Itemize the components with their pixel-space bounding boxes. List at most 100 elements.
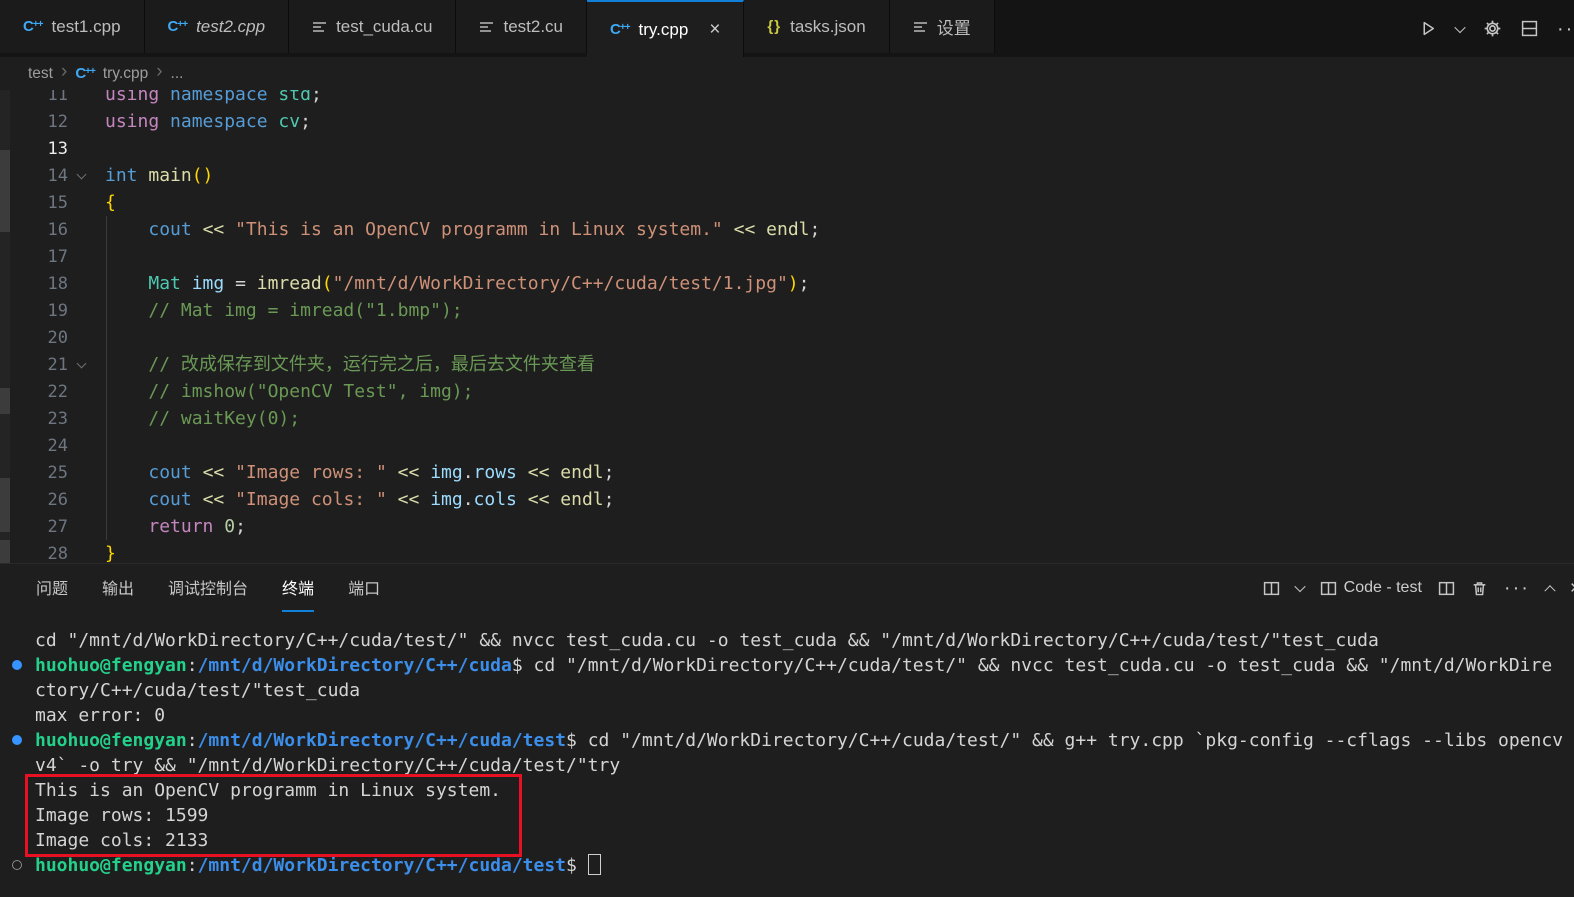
command-decoration-blue[interactable] — [12, 660, 22, 670]
code-line[interactable]: 21 // 改成保存到文件夹，运行完之后，最后去文件夹查看 — [0, 351, 1574, 378]
tab-test2.cu[interactable]: test2.cu — [456, 0, 587, 53]
settings-gear-icon-icon — [1483, 19, 1502, 38]
code-line[interactable]: 25 cout << "Image rows: " << img.rows <<… — [0, 459, 1574, 486]
run-button-icon — [1420, 20, 1437, 37]
tab-test1.cpp[interactable]: C++test1.cpp — [0, 0, 145, 53]
settings-list-icon — [913, 20, 928, 34]
split-editor-button-icon — [1521, 20, 1538, 37]
tab-label: try.cpp — [639, 20, 689, 40]
line-number: 23 — [0, 406, 68, 433]
breadcrumb[interactable]: test › C++ try.cpp ›... — [0, 57, 1574, 90]
terminal-line: This is an OpenCV programm in Linux syst… — [0, 778, 1574, 803]
more-editor-actions-icon: ··· — [1557, 19, 1574, 39]
more-panel-actions-icon: ··· — [1504, 578, 1530, 598]
terminal-views-button[interactable] — [1263, 580, 1280, 597]
terminal-line: Image cols: 2133 — [0, 828, 1574, 853]
tab-test_cuda.cu[interactable]: test_cuda.cu — [289, 0, 456, 53]
code-line[interactable]: 24 — [0, 432, 1574, 459]
split-terminal-button-icon — [1438, 580, 1455, 597]
tab-try.cpp[interactable]: C++try.cpp× — [587, 0, 744, 57]
code-line[interactable]: 16 cout << "This is an OpenCV programm i… — [0, 216, 1574, 243]
settings-gear-icon[interactable] — [1483, 19, 1502, 38]
indent-guide — [106, 216, 107, 540]
breadcrumb-item[interactable]: try.cpp — [103, 65, 148, 83]
editor-actions: ··· — [1420, 0, 1570, 57]
code-line[interactable]: 13 — [0, 135, 1574, 162]
terminal-line: v4` -o try && "/mnt/d/WorkDirectory/C++/… — [0, 753, 1574, 778]
code-line[interactable]: 11using namespace std; — [0, 90, 1574, 108]
maximize-panel-button-icon — [1546, 584, 1554, 592]
json-braces-icon: {} — [767, 19, 781, 34]
kill-terminal-button-icon — [1471, 580, 1488, 597]
launch-profile-chevron[interactable] — [1296, 584, 1304, 592]
panel-header: 问题输出调试控制台终端端口 Code - test ··· × — [0, 564, 1574, 612]
code-line[interactable]: 27 return 0; — [0, 513, 1574, 540]
split-terminal-button[interactable] — [1438, 580, 1455, 597]
tab-label: test2.cpp — [196, 17, 265, 37]
code-line[interactable]: 20 — [0, 324, 1574, 351]
split-editor-button[interactable] — [1521, 20, 1538, 37]
close-tab-icon[interactable]: × — [709, 20, 720, 39]
line-number: 25 — [0, 460, 68, 487]
tab-label: test_cuda.cu — [336, 17, 432, 37]
line-number: 28 — [0, 541, 68, 563]
command-decoration-hollow[interactable] — [12, 860, 22, 870]
line-number: 16 — [0, 217, 68, 244]
terminal-tab-item-icon — [1320, 580, 1337, 597]
breadcrumb-separator: › — [61, 61, 67, 83]
breadcrumb-item[interactable]: test — [28, 65, 53, 83]
code-line[interactable]: 19 // Mat img = imread("1.bmp"); — [0, 297, 1574, 324]
panel-tab-问题[interactable]: 问题 — [36, 564, 68, 612]
cpp-file-icon: C++ — [75, 66, 95, 81]
terminal-tab-item[interactable]: Code - test — [1320, 579, 1422, 597]
editor-tabs: C++test1.cppC++test2.cpp test_cuda.cu test… — [0, 0, 995, 57]
line-number: 24 — [0, 433, 68, 460]
run-dropdown-chevron[interactable] — [1456, 25, 1464, 33]
maximize-panel-button[interactable] — [1546, 584, 1554, 592]
kill-terminal-button[interactable] — [1471, 580, 1488, 597]
tab-设置[interactable]: 设置 — [890, 0, 995, 53]
panel-tab-终端[interactable]: 终端 — [282, 564, 314, 612]
run-button[interactable] — [1420, 20, 1437, 37]
line-number: 22 — [0, 379, 68, 406]
code-line[interactable]: 26 cout << "Image cols: " << img.cols <<… — [0, 486, 1574, 513]
tab-label: 设置 — [937, 14, 971, 39]
code-line[interactable]: 17 — [0, 243, 1574, 270]
more-panel-actions[interactable]: ··· — [1504, 578, 1530, 598]
line-number: 18 — [0, 271, 68, 298]
terminal-output[interactable]: cd "/mnt/d/WorkDirectory/C++/cuda/test/"… — [0, 612, 1574, 897]
tab-test2.cpp[interactable]: C++test2.cpp — [145, 0, 290, 53]
line-number: 21 — [0, 352, 68, 379]
command-decoration-blue[interactable] — [12, 735, 22, 745]
fold-chevron-icon[interactable] — [77, 359, 87, 369]
line-number: 15 — [0, 190, 68, 217]
vscode-window: C++test1.cppC++test2.cpptest_cuda.cutest… — [0, 0, 1574, 897]
breadcrumb-separator: › — [156, 61, 162, 83]
code-line[interactable]: 22 // imshow("OpenCV Test", img); — [0, 378, 1574, 405]
fold-chevron-icon[interactable] — [77, 170, 87, 180]
breadcrumb-item[interactable]: ... — [171, 65, 184, 83]
code-line[interactable]: 18 Mat img = imread("/mnt/d/WorkDirector… — [0, 270, 1574, 297]
code-line[interactable]: 15{ — [0, 189, 1574, 216]
line-number: 12 — [0, 109, 68, 136]
panel-tab-端口[interactable]: 端口 — [348, 564, 380, 612]
code-editor[interactable]: 11using namespace std;12using namespace … — [0, 90, 1574, 563]
run-dropdown-chevron-icon — [1456, 25, 1464, 33]
terminal-cursor — [588, 854, 601, 875]
code-line[interactable]: 23 // waitKey(0); — [0, 405, 1574, 432]
more-editor-actions[interactable]: ··· — [1557, 19, 1574, 39]
tab-tasks.json[interactable]: {}tasks.json — [744, 0, 889, 53]
terminal-line: max error: 0 — [0, 703, 1574, 728]
line-number: 11 — [0, 90, 68, 109]
terminal-line: huohuo@fengyan:/mnt/d/WorkDirectory/C++/… — [0, 728, 1574, 753]
doc-list-icon — [479, 20, 494, 34]
launch-profile-chevron-icon — [1296, 584, 1304, 592]
terminal-line: huohuo@fengyan:/mnt/d/WorkDirectory/C++/… — [0, 653, 1574, 678]
code-line[interactable]: 28} — [0, 540, 1574, 563]
terminal-lines: cd "/mnt/d/WorkDirectory/C++/cuda/test/"… — [0, 612, 1574, 878]
close-panel-button[interactable]: × — [1570, 579, 1574, 598]
code-line[interactable]: 14int main() — [0, 162, 1574, 189]
panel-tab-调试控制台[interactable]: 调试控制台 — [168, 564, 248, 612]
code-line[interactable]: 12using namespace cv; — [0, 108, 1574, 135]
panel-tab-输出[interactable]: 输出 — [102, 564, 134, 612]
